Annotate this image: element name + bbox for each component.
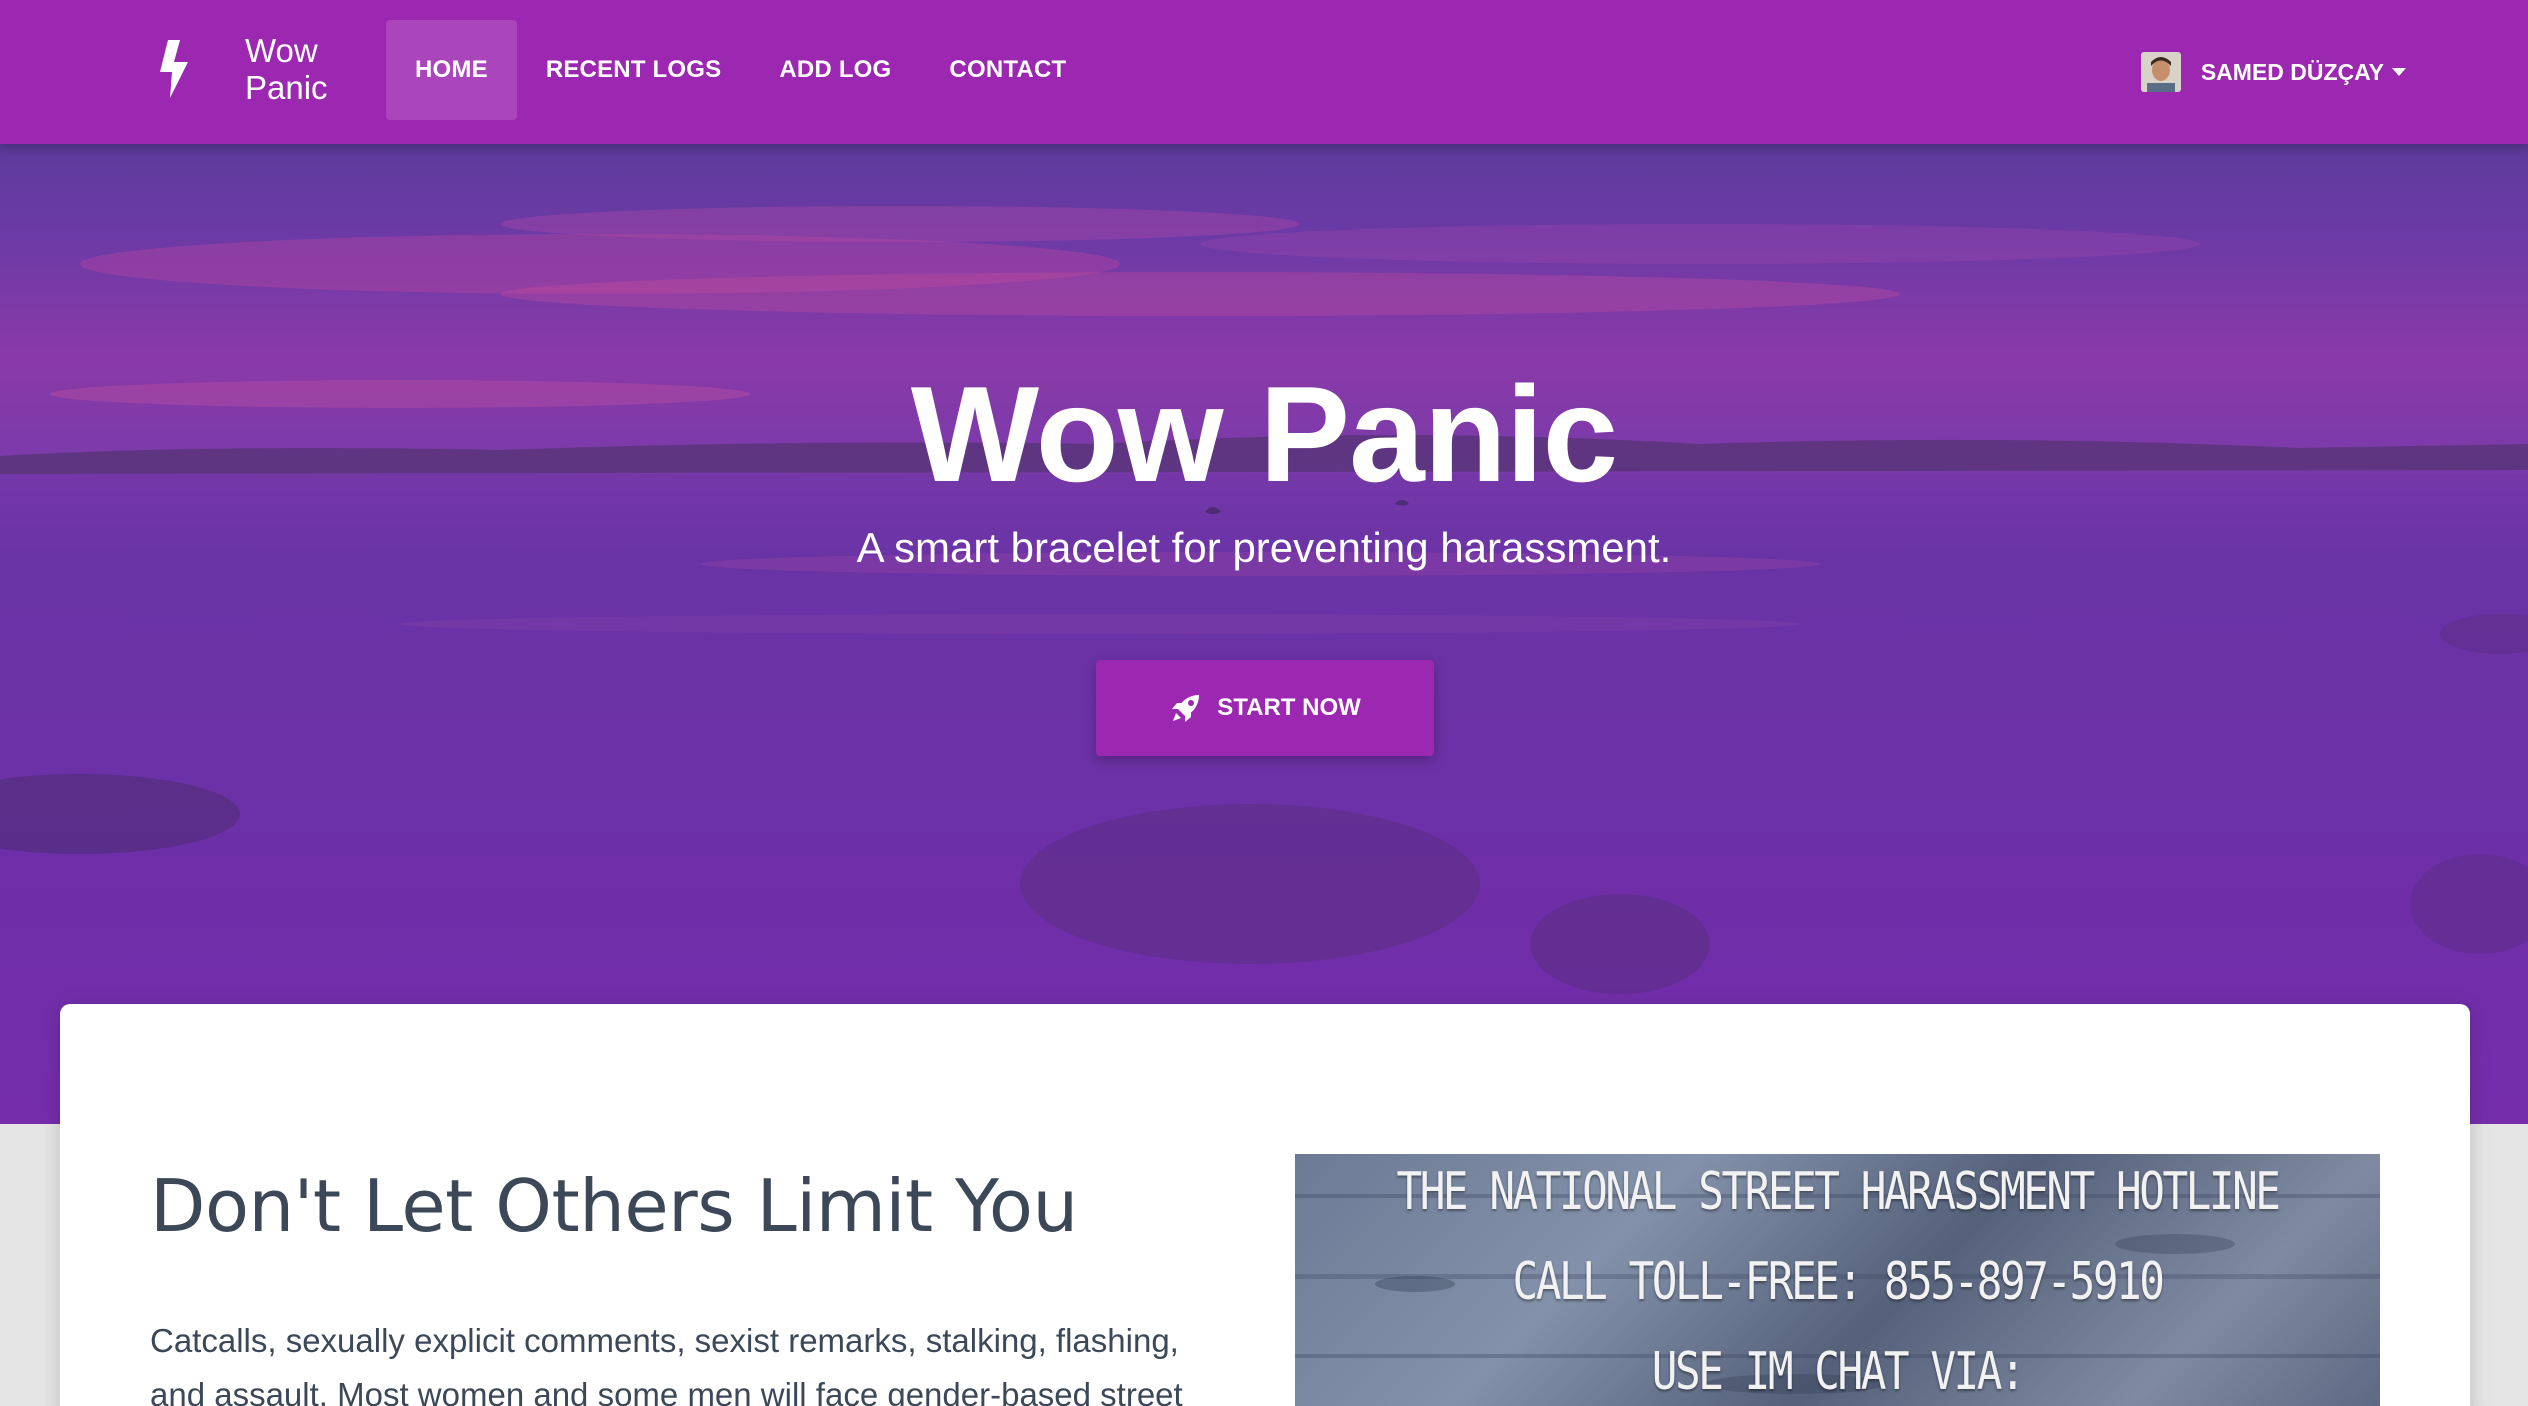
- avatar: [2140, 52, 2181, 92]
- content-card: Don't Let Others Limit You Catcalls, sex…: [60, 1004, 2470, 1406]
- hotline-image: THE NATIONAL STREET HARASSMENT HOTLINE C…: [1295, 1154, 2380, 1406]
- section-paragraph: Catcalls, sexually explicit comments, se…: [150, 1322, 1183, 1406]
- user-name: SAMED DÜZÇAY: [2200, 58, 2384, 85]
- hotline-line-2: CALL TOLL-FREE: 855-897-5910: [1512, 1252, 2165, 1312]
- nav-home[interactable]: HOME: [386, 20, 517, 120]
- rocket-icon: [1172, 695, 1200, 722]
- hero-background-image: [0, 206, 2528, 1124]
- user-menu[interactable]: SAMED DÜZÇAY: [2140, 52, 2406, 92]
- hero-subtitle: A smart bracelet for preventing harassme…: [856, 524, 1672, 571]
- hero-title: Wow Panic: [910, 358, 1618, 510]
- top-navbar: Wow Panic HOME RECENT LOGS ADD LOG CONTA…: [0, 0, 2528, 144]
- section-heading: Don't Let Others Limit You: [150, 1164, 1078, 1248]
- hero-section: Wow Panic A smart bracelet for preventin…: [0, 144, 2528, 1124]
- lightning-bolt-icon: [160, 40, 188, 98]
- hotline-line-3: USE IM CHAT VIA: TINYURL.COM/THESHHOTLIN…: [1559, 1342, 2119, 1406]
- start-now-button[interactable]: START NOW: [1096, 660, 1434, 756]
- nav-add-log[interactable]: ADD LOG: [750, 20, 920, 120]
- brand-link[interactable]: Wow Panic: [150, 32, 328, 106]
- nav-recent-logs[interactable]: RECENT LOGS: [517, 20, 751, 120]
- brand-name: Wow Panic: [245, 32, 328, 106]
- start-now-label: START NOW: [1217, 694, 1361, 721]
- brand-name-line1: Wow: [245, 32, 318, 69]
- nav-menu: HOME RECENT LOGS ADD LOG CONTACT: [386, 20, 1095, 120]
- hotline-line-1: THE NATIONAL STREET HARASSMENT HOTLINE: [1396, 1162, 2280, 1222]
- brand-name-line2: Panic: [245, 69, 328, 106]
- nav-contact[interactable]: CONTACT: [920, 20, 1095, 120]
- caret-down-icon: [2392, 68, 2406, 76]
